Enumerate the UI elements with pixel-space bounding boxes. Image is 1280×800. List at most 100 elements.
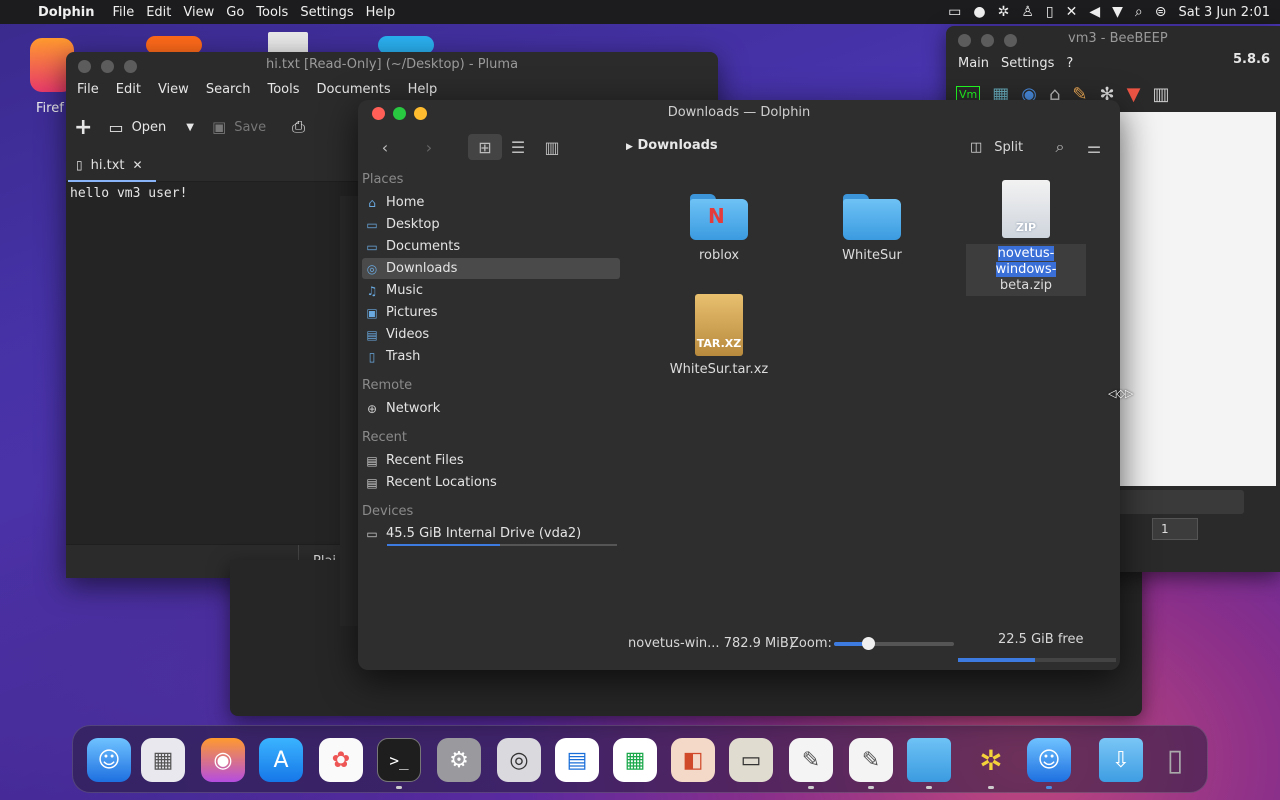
open-dropdown-icon[interactable]: ▼: [186, 122, 194, 133]
beebeep-menu-settings[interactable]: Settings: [1001, 56, 1054, 71]
menu-settings[interactable]: Settings: [300, 5, 353, 20]
launchpad-icon[interactable]: ▦: [141, 738, 185, 782]
desktop-document-icon[interactable]: [268, 32, 308, 54]
breadcrumb[interactable]: ▶ Downloads: [626, 138, 718, 153]
columns-view-button[interactable]: ▥: [538, 134, 566, 160]
pluma-title: hi.txt [Read-Only] (~/Desktop) - Pluma: [265, 57, 519, 72]
close-tab-icon[interactable]: ✕: [132, 158, 142, 172]
chat-input[interactable]: [1118, 490, 1244, 514]
recent-locations[interactable]: ▤ Recent Locations: [362, 472, 620, 493]
drive-usage-fill: [387, 544, 500, 546]
free-space-label: 22.5 GiB free: [998, 632, 1084, 647]
user-count-badge[interactable]: 1: [1152, 518, 1198, 540]
chat-area[interactable]: [1118, 112, 1276, 486]
place-music[interactable]: ♫ Music: [362, 280, 620, 301]
files-folder-icon[interactable]: [907, 738, 951, 782]
photos-icon[interactable]: ✿: [319, 738, 363, 782]
active-app-name[interactable]: Dolphin: [38, 5, 94, 20]
save-button: Save: [234, 119, 267, 135]
search-button[interactable]: ⌕: [1048, 134, 1072, 160]
app-store-icon[interactable]: A: [259, 738, 303, 782]
beebeep-menu-help[interactable]: ?: [1066, 56, 1073, 71]
split-button[interactable]: ◫ Split: [970, 134, 1023, 160]
notifications-off-icon[interactable]: ✕: [1066, 4, 1078, 20]
pictures-icon: ▣: [366, 305, 378, 320]
recent-locations-icon: ▤: [366, 475, 378, 490]
file-roblox[interactable]: N roblox: [659, 194, 779, 263]
file-whitesur-tar-xz[interactable]: TAR.XZ WhiteSur.tar.xz: [659, 294, 779, 377]
file-whitesur[interactable]: WhiteSur: [812, 194, 932, 263]
system-settings-icon[interactable]: ⚙: [437, 738, 481, 782]
menu-tools[interactable]: Tools: [256, 5, 288, 20]
finder-icon[interactable]: ☺: [87, 738, 131, 782]
folder-download-icon[interactable]: ▼: [1127, 84, 1141, 105]
downloads-stack-icon[interactable]: ⇩: [1099, 738, 1143, 782]
trash-dock-icon[interactable]: ▯: [1153, 738, 1197, 782]
control-center-icon[interactable]: ⊜: [1155, 4, 1167, 20]
devices-header: Devices: [362, 504, 414, 519]
user-icon[interactable]: ●: [973, 4, 985, 20]
icons-view-button[interactable]: ⊞: [468, 134, 502, 160]
trash-icon[interactable]: ▥: [1152, 84, 1169, 105]
save-icon: ▣: [212, 118, 227, 136]
back-button[interactable]: ‹: [372, 134, 398, 160]
terminal-icon[interactable]: >_: [377, 738, 421, 782]
battery-icon[interactable]: ▭: [948, 4, 961, 20]
place-desktop[interactable]: ▭ Desktop: [362, 214, 620, 235]
beebeep-menubar: Main Settings ?: [946, 52, 1280, 74]
pluma-menu-view[interactable]: View: [158, 82, 189, 104]
file-novetus-zip[interactable]: ZIP novetus-windows-beta.zip: [966, 180, 1086, 296]
new-document-icon[interactable]: +: [74, 115, 92, 140]
place-home[interactable]: ⌂ Home: [362, 192, 620, 213]
screenshot-icon[interactable]: ◎: [497, 738, 541, 782]
firefox-icon[interactable]: ◉: [201, 738, 245, 782]
pluma-menu-tools[interactable]: Tools: [267, 82, 299, 104]
pluma-menu-search[interactable]: Search: [206, 82, 251, 104]
forward-button[interactable]: ›: [416, 134, 442, 160]
wifi-icon[interactable]: ▼: [1112, 4, 1123, 20]
tab-hi-txt[interactable]: ▯ hi.txt ✕: [68, 150, 156, 182]
hamburger-menu-button[interactable]: ⚌: [1082, 134, 1106, 160]
details-view-button[interactable]: ☰: [504, 134, 532, 160]
breadcrumb-current[interactable]: Downloads: [637, 138, 717, 153]
device-internal-drive[interactable]: ▭ 45.5 GiB Internal Drive (vda2): [362, 523, 620, 546]
bee-icon[interactable]: ✲: [998, 4, 1010, 20]
tab-label: hi.txt: [90, 157, 125, 173]
calc-icon[interactable]: ▦: [613, 738, 657, 782]
finder-2-icon[interactable]: ☺: [1027, 738, 1071, 782]
pluma-menu-file[interactable]: File: [77, 82, 99, 104]
menu-file[interactable]: File: [112, 5, 134, 20]
writer-icon[interactable]: ▤: [555, 738, 599, 782]
zoom-slider[interactable]: [834, 642, 954, 646]
volume-icon[interactable]: ◀: [1089, 4, 1100, 20]
menu-edit[interactable]: Edit: [146, 5, 171, 20]
beebeep-menu-main[interactable]: Main: [958, 56, 989, 71]
text-editor-2-icon[interactable]: ✎: [849, 738, 893, 782]
open-button[interactable]: Open: [132, 120, 167, 135]
menu-help[interactable]: Help: [366, 5, 396, 20]
menu-view[interactable]: View: [183, 5, 214, 20]
menu-go[interactable]: Go: [226, 5, 244, 20]
split-view-icon: ◫: [970, 139, 983, 155]
search-icon[interactable]: ⌕: [1135, 4, 1143, 20]
place-documents[interactable]: ▭ Documents: [362, 236, 620, 257]
place-pictures[interactable]: ▣ Pictures: [362, 302, 620, 323]
place-network[interactable]: ⊕ Network: [362, 398, 620, 419]
place-trash[interactable]: ▯ Trash: [362, 346, 620, 367]
place-videos-label: Videos: [386, 327, 430, 342]
clipboard-icon[interactable]: ▯: [1046, 4, 1054, 20]
place-videos[interactable]: ▤ Videos: [362, 324, 620, 345]
recent-files[interactable]: ▤ Recent Files: [362, 450, 620, 471]
place-downloads[interactable]: ◎ Downloads: [362, 258, 620, 279]
print-icon[interactable]: ⎙: [292, 117, 305, 137]
open-folder-icon[interactable]: ▭: [108, 118, 123, 137]
clock[interactable]: Sat 3 Jun 2:01: [1179, 5, 1271, 20]
cassette-icon[interactable]: ▭: [729, 738, 773, 782]
pluma-menu-edit[interactable]: Edit: [116, 82, 141, 104]
text-editor-icon[interactable]: ✎: [789, 738, 833, 782]
account-icon[interactable]: ♙: [1021, 4, 1034, 20]
zoom-slider-handle[interactable]: [861, 637, 875, 650]
breadcrumb-arrow-icon: ▶: [626, 142, 633, 152]
beebeep-icon[interactable]: ✲: [969, 738, 1013, 782]
draw-icon[interactable]: ◧: [671, 738, 715, 782]
